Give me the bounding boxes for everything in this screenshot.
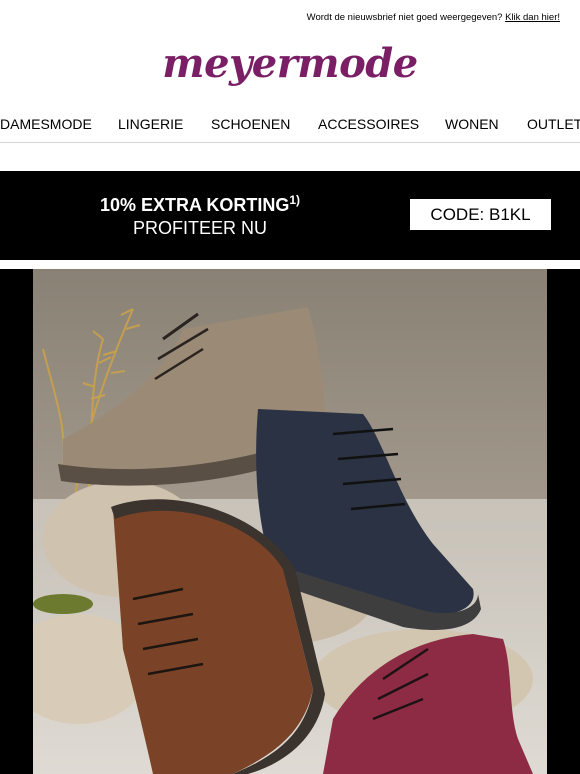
promo-headline-text: 10% EXTRA KORTING	[99, 195, 290, 215]
promo-subline: PROFITEER NU	[132, 218, 267, 238]
nav-divider	[0, 142, 580, 143]
promo-banner[interactable]: 10% EXTRA KORTING1) PROFITEER NU CODE: B…	[0, 171, 580, 260]
preheader-text: Wordt de nieuwsbrief niet goed weergegev…	[306, 12, 503, 23]
promo-text: 10% EXTRA KORTING1) PROFITEER NU	[0, 193, 400, 239]
nav-item-accessoires[interactable]: ACCESSOIRES	[318, 116, 419, 132]
brand-logo[interactable]: meyermode	[0, 40, 580, 87]
nav-item-lingerie[interactable]: LINGERIE	[118, 116, 183, 132]
nav-item-outlet[interactable]: OUTLET	[527, 116, 580, 132]
preheader: Wordt de nieuwsbrief niet goed weergegev…	[307, 12, 560, 23]
boots-illustration	[33, 269, 547, 774]
nav-item-wonen[interactable]: WONEN	[445, 116, 499, 132]
moss	[33, 594, 93, 614]
main-nav: DAMESMODE LINGERIE SCHOENEN ACCESSOIRES …	[0, 116, 580, 134]
view-online-link[interactable]: Klik dan hier!	[505, 12, 560, 23]
nav-item-schoenen[interactable]: SCHOENEN	[211, 116, 290, 132]
promo-code-box: CODE: B1KL	[410, 199, 551, 230]
promo-headline: 10% EXTRA KORTING1)	[0, 193, 400, 216]
nav-item-damesmode[interactable]: DAMESMODE	[0, 116, 92, 132]
hero-image[interactable]	[33, 269, 547, 774]
promo-footnote: 1)	[289, 193, 301, 207]
